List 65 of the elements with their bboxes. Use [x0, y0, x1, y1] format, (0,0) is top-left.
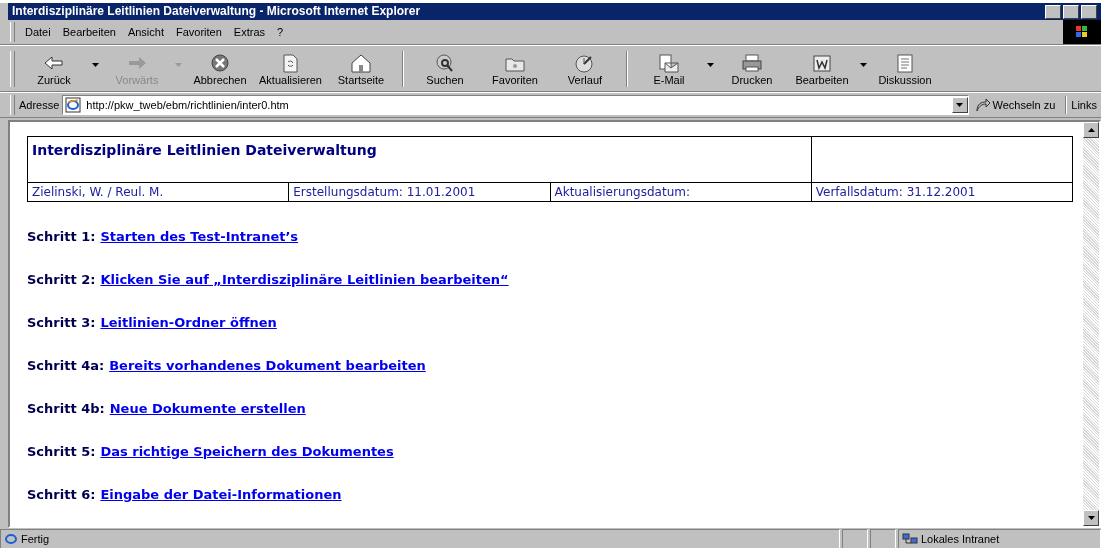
- step-link[interactable]: Eingabe der Datei-Informationen: [100, 487, 342, 502]
- step-label: Schritt 6:: [27, 487, 96, 502]
- dropdown-button[interactable]: [951, 97, 968, 113]
- toolbar-button[interactable]: Startseite: [326, 49, 396, 88]
- links-button[interactable]: Links: [1071, 99, 1101, 111]
- close-button[interactable]: [1081, 4, 1097, 19]
- scroll-up-button[interactable]: [1083, 122, 1099, 138]
- scroll-down-button[interactable]: [1083, 510, 1099, 526]
- go-arrow-icon: [974, 98, 991, 112]
- caret-icon[interactable]: [707, 62, 714, 67]
- table-cell: Zielinski, W. / Reul. M.: [27, 182, 289, 202]
- step-link[interactable]: Leitlinien-Ordner öffnen: [100, 315, 277, 330]
- toolbar-button[interactable]: Aktualisieren: [255, 49, 326, 88]
- toolbar-button[interactable]: Diskussion: [870, 49, 940, 88]
- toolbar-button[interactable]: Abbrechen: [185, 49, 255, 88]
- home-icon: [349, 52, 373, 73]
- page-icon: [4, 532, 18, 546]
- go-button[interactable]: Wechseln zu: [968, 98, 1062, 112]
- minimize-button[interactable]: [1045, 4, 1061, 19]
- menu-item[interactable]: ?: [271, 26, 290, 38]
- address-label: Adresse: [19, 99, 61, 111]
- step-label: Schritt 2:: [27, 272, 96, 287]
- step-link[interactable]: Klicken Sie auf „Interdisziplinäre Leitlinien bearbeiten“: [100, 272, 509, 287]
- table-cell: Erstellungsdatum: 11.01.2001: [288, 182, 550, 202]
- toolbar-button[interactable]: Suchen: [410, 49, 480, 88]
- caret-icon: [956, 103, 964, 107]
- down-triangle-icon: [1087, 516, 1095, 520]
- step-link[interactable]: Das richtige Speichern des Dokumentes: [100, 444, 394, 459]
- step-link[interactable]: Bereits vorhandenes Dokument bearbeiten: [109, 358, 426, 373]
- menu-item[interactable]: Bearbeiten: [56, 26, 122, 38]
- step-link[interactable]: Starten des Test-Intranet’s: [100, 229, 299, 244]
- network-icon: [902, 533, 918, 545]
- page-icon: [65, 97, 82, 113]
- menu-item[interactable]: Ansicht: [121, 26, 170, 38]
- address-field[interactable]: http://pkw_tweb/ebm/richtlinien/inter0.htm: [62, 95, 969, 115]
- step-label: Schritt 5:: [27, 444, 96, 459]
- maximize-button[interactable]: [1063, 4, 1079, 19]
- window-title: Interdisziplinäre Leitlinien Dateiverwaltung - Microsoft Internet Explorer: [12, 4, 421, 19]
- mail-icon: [657, 52, 681, 73]
- caret-icon[interactable]: [92, 62, 99, 67]
- step-link[interactable]: Neue Dokumente erstellen: [109, 401, 306, 416]
- toolbar-button[interactable]: Favoriten: [480, 49, 550, 88]
- menu-item[interactable]: Favoriten: [170, 26, 228, 38]
- step-label: Schritt 4a:: [27, 358, 105, 373]
- toolbar-button[interactable]: Drucken: [717, 49, 787, 88]
- windows-logo-icon: [1063, 20, 1101, 44]
- toolbar-button[interactable]: Zurück: [19, 49, 89, 88]
- stop-icon: [208, 52, 232, 73]
- table-cell: Verfallsdatum: 31.12.2001: [811, 182, 1073, 202]
- step-label: Schritt 4b:: [27, 401, 105, 416]
- toolbar-button[interactable]: E-Mail: [634, 49, 704, 88]
- up-triangle-icon: [1087, 128, 1095, 132]
- table-cell: Aktualisierungsdatum:: [550, 182, 812, 202]
- menu-item[interactable]: Datei: [19, 26, 57, 38]
- caret-icon[interactable]: [860, 62, 867, 67]
- word-document-icon: [810, 52, 834, 73]
- toolbar-button[interactable]: Bearbeiten: [787, 49, 857, 88]
- status-text: Fertig: [21, 533, 50, 545]
- printer-icon: [740, 52, 764, 73]
- document-title: Interdisziplinäre Leitlinien Dateiverwaltung: [27, 136, 812, 183]
- step-label: Schritt 1:: [27, 229, 96, 244]
- zone-text: Lokales Intranet: [921, 533, 1000, 545]
- step-label: Schritt 3:: [27, 315, 96, 330]
- toolbar-button[interactable]: Verlauf: [550, 49, 620, 88]
- menu-item[interactable]: Extras: [227, 26, 272, 38]
